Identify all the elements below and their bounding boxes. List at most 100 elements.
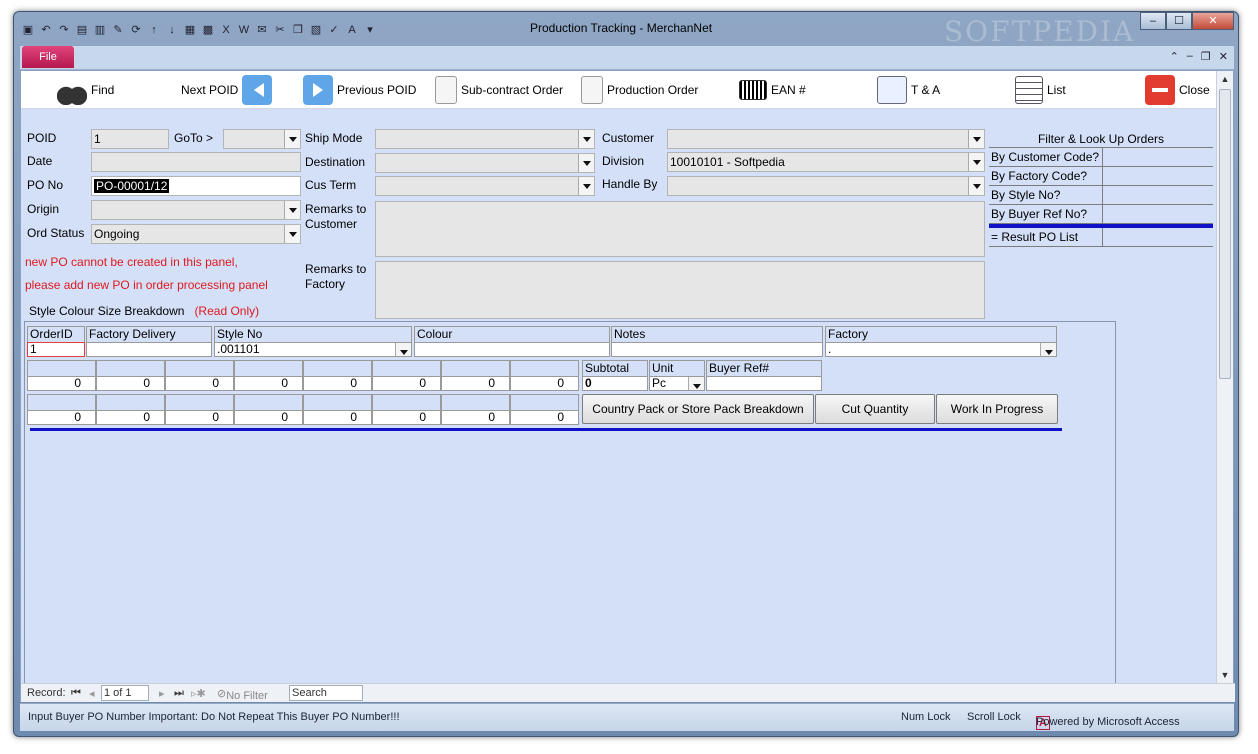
ship-mode-select[interactable] [375,129,595,149]
size-cell[interactable]: 0 [441,394,510,425]
customize-icon[interactable]: ▾ [362,22,378,38]
size-cell[interactable]: 0 [27,360,96,391]
result-po-list[interactable]: = Result PO List [989,228,1213,247]
doc-close-icon[interactable]: ✕ [1219,50,1228,63]
ribbon-collapse-icon[interactable]: ⌃ [1170,50,1179,63]
customer-select[interactable] [667,129,985,149]
folder-icon[interactable]: ▥ [92,22,108,38]
chevron-down-icon[interactable] [284,130,300,148]
date-field[interactable] [91,152,301,172]
refresh-icon[interactable]: ⟳ [128,22,144,38]
size-cell[interactable]: 0 [234,394,303,425]
doc-restore-icon[interactable]: ❐ [1201,50,1211,63]
filter-row-buyer-ref[interactable]: By Buyer Ref No? [989,205,1213,224]
destination-select[interactable] [375,153,595,173]
ord-status-select[interactable]: Ongoing [91,224,301,244]
goto-select[interactable] [223,129,301,149]
division-select[interactable]: 10010101 - Softpedia [667,152,985,172]
new-icon[interactable]: ▤ [74,22,90,38]
style-no-select[interactable]: .001101 [214,342,412,357]
vertical-scrollbar[interactable]: ▲ ▼ [1216,71,1233,683]
size-cell[interactable]: 0 [441,360,510,391]
size-cell[interactable]: 0 [96,394,165,425]
size-cell[interactable]: 0 [234,360,303,391]
chevron-down-icon[interactable] [968,153,984,171]
maximize-button[interactable]: ☐ [1166,12,1192,30]
filter-row-style[interactable]: By Style No? [989,186,1213,205]
font-icon[interactable]: A [344,22,360,38]
grid-icon[interactable]: ▩ [200,22,216,38]
ta-button[interactable]: T & A [877,73,940,107]
word-icon[interactable]: W [236,22,252,38]
cut-icon[interactable]: ✂ [272,22,288,38]
size-cell[interactable]: 0 [510,394,579,425]
paste-icon[interactable]: ▧ [308,22,324,38]
filter-row-factory[interactable]: By Factory Code? [989,167,1213,186]
size-cell[interactable]: 0 [303,394,372,425]
factory-delivery-field[interactable] [86,342,212,357]
poid-field[interactable]: 1 [91,129,169,149]
chevron-down-icon[interactable] [284,225,300,243]
last-record-icon[interactable]: ⏭ [174,687,184,700]
chevron-down-icon[interactable] [1040,343,1056,356]
scroll-down-icon[interactable]: ▼ [1217,667,1233,683]
no-filter-button[interactable]: ⊘ No Filter [217,687,268,702]
size-cell[interactable]: 0 [303,360,372,391]
next-poid-button[interactable]: Next POID [181,73,273,107]
size-cell[interactable]: 0 [372,394,441,425]
sort-asc-icon[interactable]: ↑ [146,22,162,38]
remarks-customer-field[interactable] [375,201,985,257]
next-record-icon[interactable]: ▸ [159,687,165,700]
minimize-button[interactable]: ‒ [1140,12,1166,30]
scroll-thumb[interactable] [1219,89,1231,379]
origin-select[interactable] [91,200,301,220]
remarks-factory-field[interactable] [375,261,985,319]
tools-icon[interactable]: ✎ [110,22,126,38]
ean-button[interactable]: EAN # [739,73,806,107]
size-cell[interactable]: 0 [510,360,579,391]
doc-minimize-icon[interactable]: – [1187,50,1193,63]
close-form-button[interactable]: Close [1145,73,1210,107]
chevron-down-icon[interactable] [578,177,594,195]
size-cell[interactable]: 0 [165,360,234,391]
redo-icon[interactable]: ↷ [56,22,72,38]
chevron-down-icon[interactable] [968,130,984,148]
mail-icon[interactable]: ✉ [254,22,270,38]
filter-row-customer[interactable]: By Customer Code? [989,148,1213,167]
file-tab[interactable]: File [22,46,74,68]
prev-record-icon[interactable]: ◂ [89,687,95,700]
country-pack-button[interactable]: Country Pack or Store Pack Breakdown [582,394,814,424]
chevron-down-icon[interactable] [284,201,300,219]
work-in-progress-button[interactable]: Work In Progress [936,394,1058,424]
handle-by-select[interactable] [667,176,985,196]
find-button[interactable]: Find [57,73,114,107]
buyer-ref-field[interactable] [706,376,822,391]
first-record-icon[interactable]: ⏮ [71,687,81,700]
chevron-down-icon[interactable] [688,377,704,390]
undo-icon[interactable]: ↶ [38,22,54,38]
close-window-button[interactable]: ✕ [1192,12,1234,30]
po-no-field[interactable]: PO-00001/12 [91,176,301,196]
chevron-down-icon[interactable] [578,154,594,172]
copy-icon[interactable]: ❐ [290,22,306,38]
notes-field[interactable] [611,342,823,357]
previous-poid-button[interactable]: Previous POID [303,73,416,107]
cut-quantity-button[interactable]: Cut Quantity [815,394,935,424]
chevron-down-icon[interactable] [968,177,984,195]
factory-select[interactable]: . [825,342,1057,357]
unit-select[interactable]: Pc [649,376,705,391]
excel-icon[interactable]: X [218,22,234,38]
sort-desc-icon[interactable]: ↓ [164,22,180,38]
chevron-down-icon[interactable] [578,130,594,148]
size-cell[interactable]: 0 [27,394,96,425]
list-button[interactable]: List [1015,73,1066,107]
size-cell[interactable]: 0 [96,360,165,391]
filter-icon[interactable]: ▦ [182,22,198,38]
production-order-button[interactable]: Production Order [581,73,698,107]
cus-term-select[interactable] [375,176,595,196]
size-cell[interactable]: 0 [165,394,234,425]
chevron-down-icon[interactable] [395,343,411,356]
subcontract-order-button[interactable]: Sub-contract Order [435,73,563,107]
spell-icon[interactable]: ✓ [326,22,342,38]
record-search-input[interactable]: Search [289,685,363,701]
